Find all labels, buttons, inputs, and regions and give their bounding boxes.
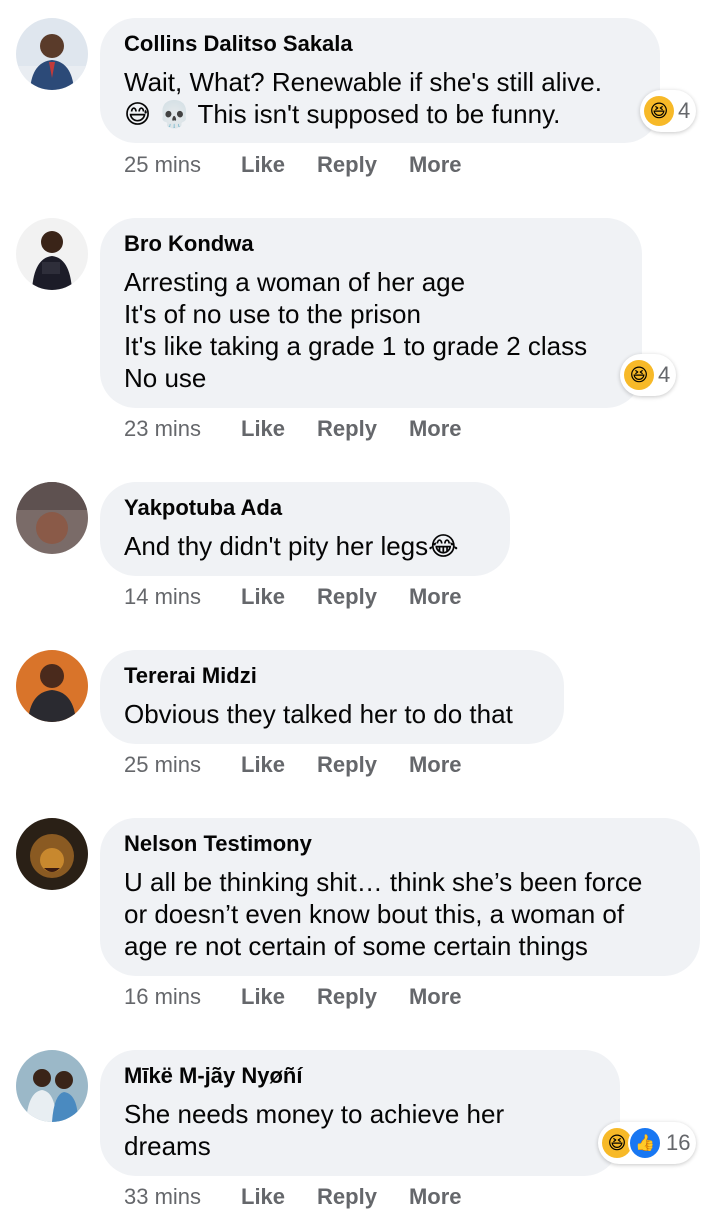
avatar[interactable] — [16, 218, 88, 290]
timestamp[interactable]: 33 mins — [124, 1182, 241, 1212]
timestamp[interactable]: 25 mins — [124, 150, 241, 180]
reaction-badge[interactable]: 😆 4 — [640, 90, 697, 132]
comment-text: Arresting a woman of her age It's of no … — [124, 267, 588, 393]
like-icon: 👍 — [628, 1126, 662, 1160]
reaction-badge[interactable]: 😆 👍 16 — [598, 1122, 697, 1164]
more-button[interactable]: More — [409, 582, 462, 612]
reply-button[interactable]: Reply — [317, 1182, 377, 1212]
comment-actions: 33 mins Like Reply More — [124, 1182, 494, 1212]
avatar[interactable] — [16, 1050, 88, 1122]
comment-bubble: Yakpotuba Ada And thy didn't pity her le… — [100, 482, 510, 576]
like-button[interactable]: Like — [241, 150, 285, 180]
avatar[interactable] — [16, 818, 88, 890]
timestamp[interactable]: 16 mins — [124, 982, 241, 1012]
author-name[interactable]: Nelson Testimony — [124, 833, 676, 855]
comment-actions: 16 mins Like Reply More — [124, 982, 494, 1012]
author-name[interactable]: Mīkë M-jãy Nyøñí — [124, 1065, 596, 1087]
reaction-count: 16 — [666, 1130, 691, 1155]
reply-button[interactable]: Reply — [317, 414, 377, 444]
reaction-count: 4 — [678, 98, 691, 123]
comment-bubble: Collins Dalitso Sakala Wait, What? Renew… — [100, 18, 660, 143]
like-button[interactable]: Like — [241, 1182, 285, 1212]
reply-button[interactable]: Reply — [317, 982, 377, 1012]
avatar[interactable] — [16, 18, 88, 90]
comment-text: She needs money to achieve her dreams — [124, 1099, 505, 1161]
comment-text: Obvious they talked her to do that — [124, 699, 513, 729]
reply-button[interactable]: Reply — [317, 150, 377, 180]
laugh-icon: 😆 — [624, 360, 654, 390]
more-button[interactable]: More — [409, 1182, 462, 1212]
reaction-badge[interactable]: 😆 4 — [620, 354, 677, 396]
comment-actions: 23 mins Like Reply More — [124, 414, 494, 444]
reply-button[interactable]: Reply — [317, 582, 377, 612]
like-button[interactable]: Like — [241, 582, 285, 612]
author-name[interactable]: Collins Dalitso Sakala — [124, 33, 636, 55]
like-button[interactable]: Like — [241, 982, 285, 1012]
author-name[interactable]: Yakpotuba Ada — [124, 497, 486, 519]
comment-text: 😅 💀 This isn't supposed to be funny. — [124, 99, 561, 129]
author-name[interactable]: Tererai Midzi — [124, 665, 540, 687]
comment-bubble: Bro Kondwa Arresting a woman of her age … — [100, 218, 642, 408]
comment-actions: 25 mins Like Reply More — [124, 150, 494, 180]
comment-bubble: Mīkë M-jãy Nyøñí She needs money to achi… — [100, 1050, 620, 1176]
more-button[interactable]: More — [409, 414, 462, 444]
avatar[interactable] — [16, 482, 88, 554]
more-button[interactable]: More — [409, 982, 462, 1012]
comment-actions: 14 mins Like Reply More — [124, 582, 494, 612]
comment-text: U all be thinking shit… think she’s been… — [124, 867, 643, 961]
timestamp[interactable]: 23 mins — [124, 414, 241, 444]
author-name[interactable]: Bro Kondwa — [124, 233, 618, 255]
more-button[interactable]: More — [409, 750, 462, 780]
laugh-icon: 😆 — [644, 96, 674, 126]
timestamp[interactable]: 25 mins — [124, 750, 241, 780]
comment-bubble: Tererai Midzi Obvious they talked her to… — [100, 650, 564, 744]
more-button[interactable]: More — [409, 150, 462, 180]
reaction-count: 4 — [658, 362, 671, 387]
avatar[interactable] — [16, 650, 88, 722]
reply-button[interactable]: Reply — [317, 750, 377, 780]
comment-bubble: Nelson Testimony U all be thinking shit…… — [100, 818, 700, 976]
comment-text: Wait, What? Renewable if she's still ali… — [124, 67, 602, 97]
like-button[interactable]: Like — [241, 414, 285, 444]
like-button[interactable]: Like — [241, 750, 285, 780]
timestamp[interactable]: 14 mins — [124, 582, 241, 612]
comment-text: And thy didn't pity her legs😂 — [124, 531, 459, 561]
comment-actions: 25 mins Like Reply More — [124, 750, 494, 780]
